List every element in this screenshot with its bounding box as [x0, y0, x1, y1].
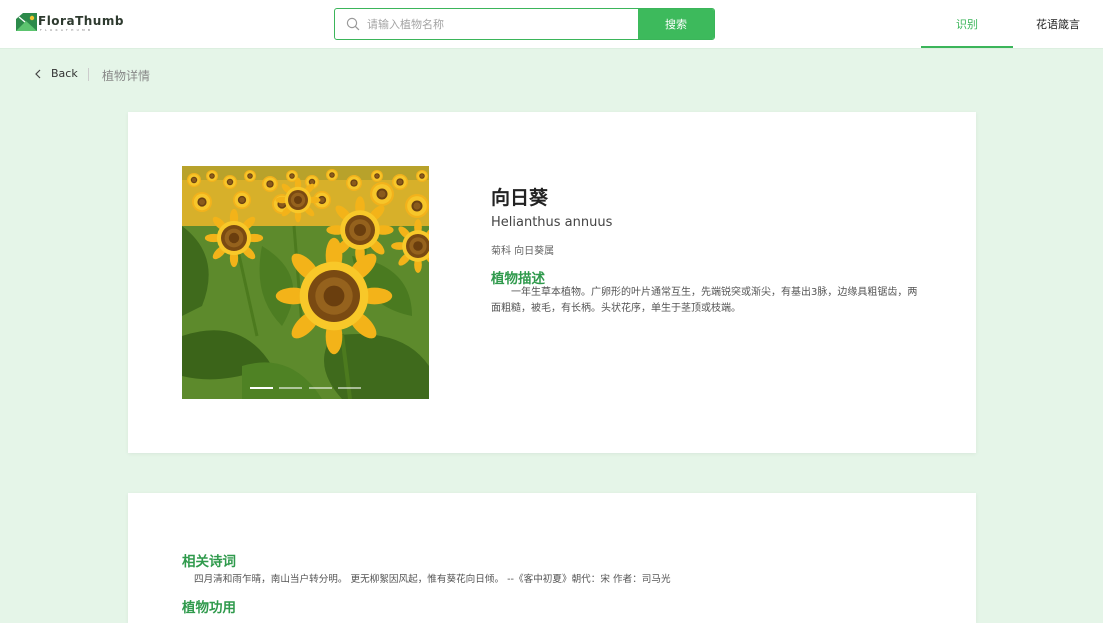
- logo-icon: [16, 13, 37, 31]
- back-link[interactable]: Back: [51, 67, 78, 80]
- plant-detail-card: 向日葵 Helianthus annuus 菊科 向日葵属 植物描述 一年生草本…: [128, 112, 976, 453]
- description-text: 一年生草本植物。广卵形的叶片通常互生，先端锐突或渐尖，有基出3脉，边缘具粗锯齿，…: [491, 287, 918, 314]
- search-button[interactable]: 搜索: [638, 9, 714, 39]
- description-heading: 植物描述: [491, 271, 545, 287]
- carousel-dot[interactable]: [279, 387, 302, 389]
- logo-text: FloraThumb: [38, 14, 124, 28]
- search-input[interactable]: [367, 9, 637, 39]
- poem-heading: 相关诗词: [182, 554, 236, 570]
- logo[interactable]: FloraThumb FLORATHUMB: [16, 13, 123, 37]
- breadcrumb-divider: [88, 68, 89, 81]
- top-bar: FloraThumb FLORATHUMB 搜索 识别 花语箴言: [0, 0, 1103, 49]
- breadcrumb-current-page: 植物详情: [102, 69, 151, 83]
- carousel-dot[interactable]: [338, 387, 361, 389]
- search-bar: 搜索: [334, 8, 715, 40]
- plant-latin-name: Helianthus annuus: [491, 215, 613, 230]
- logo-subtext: FLORATHUMB: [40, 28, 94, 32]
- poem-text: 四月清和雨乍晴，南山当户转分明。 更无柳絮因风起，惟有葵花向日倾。 --《客中初…: [194, 574, 671, 585]
- plant-extra-card: 相关诗词 四月清和雨乍晴，南山当户转分明。 更无柳絮因风起，惟有葵花向日倾。 -…: [128, 493, 976, 623]
- plant-image-carousel[interactable]: [182, 166, 429, 399]
- tab-flower-language[interactable]: 花语箴言: [1020, 0, 1096, 48]
- plant-use-heading: 植物功用: [182, 600, 236, 616]
- carousel-dot[interactable]: [250, 387, 273, 389]
- plant-name: 向日葵: [491, 187, 549, 209]
- tab-identify[interactable]: 识别: [921, 0, 1013, 48]
- search-icon: [346, 17, 360, 31]
- plant-family: 菊科 向日葵属: [491, 246, 555, 257]
- sunflower-photo: [182, 166, 429, 399]
- carousel-dot[interactable]: [309, 387, 332, 389]
- chevron-left-icon[interactable]: [34, 69, 41, 79]
